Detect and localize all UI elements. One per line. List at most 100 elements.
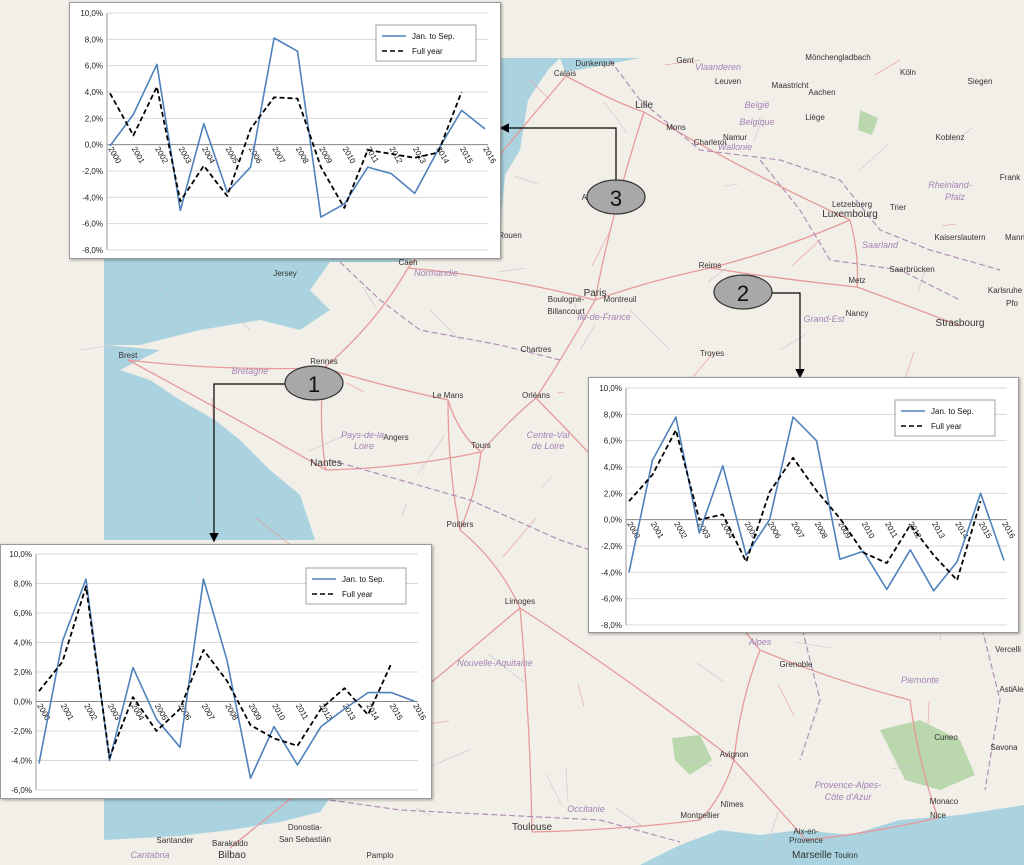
- x-tick-label: 2010: [341, 145, 358, 165]
- map-label: Bilbao: [218, 850, 246, 861]
- map-label: Alessa: [1012, 685, 1024, 694]
- y-tick-label: 10,0%: [9, 550, 32, 559]
- map-label: Provence: [789, 836, 823, 845]
- legend-label: Full year: [342, 590, 373, 599]
- y-tick-label: -4,0%: [601, 568, 622, 577]
- map-label: Strasbourg: [936, 318, 985, 329]
- x-tick-label: 2001: [130, 145, 147, 165]
- map-label: Saarbrücken: [889, 265, 934, 274]
- x-tick-label: 2015: [458, 145, 475, 165]
- map-label: Boulogne-: [548, 295, 585, 304]
- map-label: Koblenz: [936, 133, 965, 142]
- map-label: Angers: [383, 433, 408, 442]
- map-label: Toulon: [834, 851, 858, 860]
- chart-panel-1: -6,0% -4,0% -2,0% 0,0% 2,0% 4,0% 6,0% 8,0% 10,0%…: [0, 544, 432, 799]
- map-label: Mönchengladbach: [805, 53, 870, 62]
- map-label: Île-de-France: [577, 312, 631, 322]
- map-label: Normandie: [414, 268, 458, 278]
- map-label: Piemonte: [901, 675, 939, 685]
- map-label: Caen: [398, 258, 417, 267]
- map-label: Mann: [1005, 233, 1024, 242]
- y-tick-label: 2,0%: [14, 668, 32, 677]
- map-label: Asti: [999, 685, 1013, 694]
- map-label: Metz: [848, 276, 865, 285]
- map-label: de Loire: [532, 441, 565, 451]
- y-tick-label: 8,0%: [604, 410, 622, 419]
- map-label: Cuneo: [934, 733, 958, 742]
- map-label: Santander: [157, 836, 194, 845]
- series-line-jan-to-sep: [38, 578, 416, 779]
- y-tick-label: 6,0%: [85, 62, 103, 71]
- map-label: Lille: [635, 100, 653, 111]
- map-label: Provence-Alpes-: [815, 780, 882, 790]
- map-label: Orléans: [522, 391, 550, 400]
- series-line-jan-to-sep: [628, 416, 1005, 592]
- x-tick-label: 2016: [1000, 520, 1017, 540]
- chart-2-svg: -8,0% -6,0% -4,0% -2,0% 0,0% 2,0% 4,0% 6,0% 8,0%…: [599, 384, 1017, 630]
- x-tick-label: 2007: [789, 520, 806, 540]
- map-label: Aix-en-: [793, 827, 819, 836]
- y-tick-label: 2,0%: [604, 489, 622, 498]
- y-tick-label: 4,0%: [14, 639, 32, 648]
- map-label: Luxembourg: [822, 209, 878, 220]
- x-tick-label: 2001: [649, 520, 666, 540]
- y-tick-label: -2,0%: [601, 542, 622, 551]
- map-label: Trier: [890, 203, 906, 212]
- map-label: Grenoble: [780, 660, 813, 669]
- map-label: Rennes: [310, 357, 338, 366]
- y-tick-label: -6,0%: [601, 595, 622, 604]
- x-tick-label: 2002: [82, 702, 99, 722]
- map-label: Cantabria: [130, 850, 169, 860]
- map-label: Nice: [930, 811, 947, 820]
- chart-panel-2: -8,0% -6,0% -4,0% -2,0% 0,0% 2,0% 4,0% 6,0% 8,0%…: [588, 377, 1019, 633]
- map-label: Köln: [900, 68, 916, 77]
- map-label: Pfalz: [945, 192, 966, 202]
- x-tick-label: 2001: [59, 702, 76, 722]
- map-label: Montreuil: [604, 295, 637, 304]
- y-tick-label: -4,0%: [11, 757, 32, 766]
- y-tick-label: -6,0%: [82, 220, 103, 229]
- legend-label: Jan. to Sep.: [931, 407, 974, 416]
- map-label: Kaiserslautern: [934, 233, 985, 242]
- x-tick-label: 2007: [270, 145, 287, 165]
- x-tick-label: 2007: [200, 702, 217, 722]
- x-tick-label: 2009: [317, 145, 334, 165]
- x-tick-label: 2008: [294, 145, 311, 165]
- x-tick-label: 2011: [883, 520, 900, 540]
- map-label: Belgique: [739, 117, 774, 127]
- series-line-full-year: [628, 429, 982, 582]
- x-tick-label: 2012: [907, 520, 924, 540]
- map-label: Donostia-: [288, 823, 323, 832]
- x-tick-label: 2005: [153, 702, 170, 722]
- y-tick-label: -8,0%: [82, 246, 103, 255]
- x-tick-label: 2010: [270, 702, 287, 722]
- map-label: Alpes: [748, 637, 772, 647]
- chart-panel-3: -8,0% -6,0% -4,0% -2,0% 0,0% 2,0% 4,0% 6,0% 8,0%…: [69, 2, 501, 259]
- map-label: Dunkerque: [575, 59, 615, 68]
- map-label: Centre-Val: [527, 430, 571, 440]
- map-label: Frank: [1000, 173, 1021, 182]
- x-tick-label: 2009: [836, 520, 853, 540]
- map-label: Mons: [666, 123, 686, 132]
- map-label: Pfo: [1006, 299, 1019, 308]
- y-tick-label: -8,0%: [601, 621, 622, 630]
- map-label: Monaco: [930, 797, 959, 806]
- map-label: Vercelli: [995, 645, 1021, 654]
- x-tick-label: 2015: [388, 702, 405, 722]
- legend-label: Full year: [412, 47, 443, 56]
- map-label: Rouen: [498, 231, 522, 240]
- legend-label: Jan. to Sep.: [412, 32, 455, 41]
- map-label: Pamplo: [366, 851, 394, 860]
- x-tick-label: 2014: [434, 145, 451, 165]
- x-tick-label: 2003: [177, 145, 194, 165]
- map-label: Montpellier: [680, 811, 719, 820]
- y-tick-label: 6,0%: [604, 437, 622, 446]
- map-label: Savona: [990, 743, 1018, 752]
- chart-1-svg: -6,0% -4,0% -2,0% 0,0% 2,0% 4,0% 6,0% 8,0% 10,0%…: [9, 550, 428, 795]
- y-tick-label: 10,0%: [80, 9, 103, 18]
- y-tick-label: -4,0%: [82, 193, 103, 202]
- map-label: Bretagne: [232, 366, 269, 376]
- map-label: Wallonie: [718, 142, 752, 152]
- series-line-jan-to-sep: [109, 37, 486, 218]
- y-tick-label: -2,0%: [82, 167, 103, 176]
